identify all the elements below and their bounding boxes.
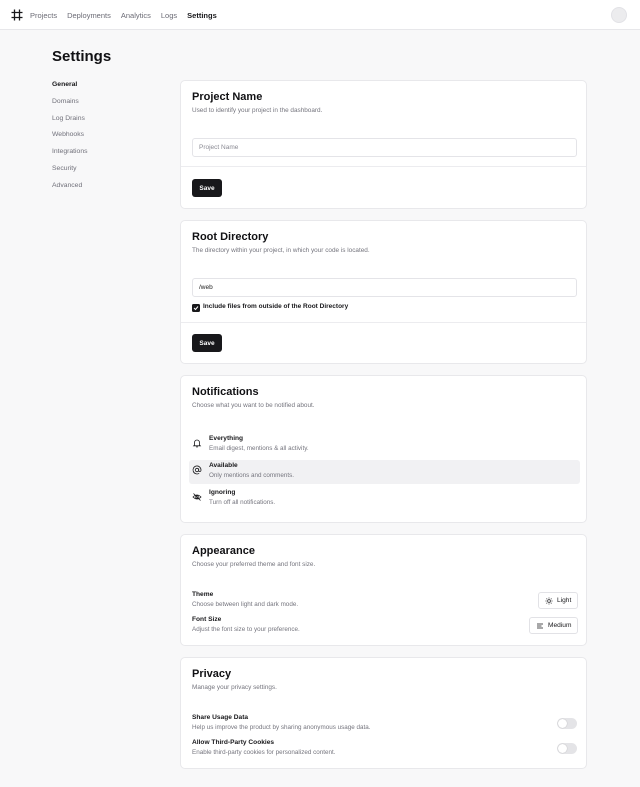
eye-off-icon [192,493,202,501]
theme-value: Light [557,597,572,604]
sidebar-item-security[interactable]: Security [52,164,162,181]
nav-link-deployments[interactable]: Deployments [67,11,111,20]
font-size-select-button[interactable]: Medium [529,617,579,634]
root-directory-input[interactable] [192,278,577,297]
bell-icon [192,439,202,448]
at-sign-icon [192,465,202,475]
sun-icon [545,597,553,604]
card-title: Project Name [192,91,263,103]
card-title: Privacy [192,668,232,680]
page-title: Settings [52,48,112,65]
third-party-cookies-toggle[interactable] [557,743,577,754]
card-description: Choose what you want to be notified abou… [192,402,315,409]
nav-links: Projects Deployments Analytics Logs Sett… [30,0,227,30]
card-description: Choose your preferred theme and font siz… [192,561,316,568]
option-subtitle: Turn off all notifications. [209,499,276,506]
font-size-label: Font Size [192,616,222,623]
option-title: Everything [209,435,244,442]
font-size-description: Adjust the font size to your preference. [192,626,300,633]
option-subtitle: Email digest, mentions & all activity. [209,445,309,452]
card-title: Root Directory [192,231,269,243]
save-root-directory-button[interactable]: Save [192,334,222,352]
share-usage-label: Share Usage Data [192,714,249,721]
card-title: Appearance [192,545,255,557]
option-subtitle: Only mentions and comments. [209,472,295,479]
avatar[interactable] [611,7,627,23]
sidebar-item-domains[interactable]: Domains [52,97,162,114]
sidebar-item-general[interactable]: General [52,80,162,97]
share-usage-description: Help us improve the product by sharing a… [192,724,371,731]
hash-logo-icon[interactable] [11,9,23,21]
theme-select-button[interactable]: Light [538,592,579,609]
card-description: The directory within your project, in wh… [192,247,370,254]
sidebar-item-log-drains[interactable]: Log Drains [52,114,162,131]
check-icon [193,306,199,311]
divider [181,322,586,323]
toggle-knob [558,719,567,728]
settings-sidebar: General Domains Log Drains Webhooks Inte… [52,80,162,198]
root-directory-card: Root Directory The directory within your… [180,220,587,364]
card-title: Notifications [192,386,259,398]
third-party-cookies-label: Allow Third-Party Cookies [192,739,275,746]
notification-option-ignoring[interactable]: Ignoring Turn off all notifications. [189,487,580,511]
nav-link-logs[interactable]: Logs [161,11,177,20]
nav-link-settings[interactable]: Settings [187,11,217,20]
theme-label: Theme [192,591,214,598]
privacy-card: Privacy Manage your privacy settings. Sh… [180,657,587,769]
notification-option-everything[interactable]: Everything Email digest, mentions & all … [189,433,580,457]
top-navigation: Projects Deployments Analytics Logs Sett… [0,0,640,30]
notifications-card: Notifications Choose what you want to be… [180,375,587,523]
project-name-card: Project Name Used to identify your proje… [180,80,587,209]
checkbox-label: Include files from outside of the Root D… [203,303,349,310]
project-name-input[interactable] [192,138,577,157]
option-title: Available [209,462,238,469]
toggle-knob [558,744,567,753]
include-outside-files-checkbox[interactable] [192,304,200,312]
notification-option-available[interactable]: Available Only mentions and comments. [189,460,580,484]
option-title: Ignoring [209,489,236,496]
card-description: Used to identify your project in the das… [192,107,323,114]
share-usage-toggle[interactable] [557,718,577,729]
sidebar-item-webhooks[interactable]: Webhooks [52,130,162,147]
text-align-icon [537,623,543,628]
nav-link-projects[interactable]: Projects [30,11,57,20]
nav-link-analytics[interactable]: Analytics [121,11,151,20]
third-party-cookies-description: Enable third-party cookies for personali… [192,749,336,756]
card-description: Manage your privacy settings. [192,684,277,691]
theme-description: Choose between light and dark mode. [192,601,299,608]
divider [181,166,586,167]
appearance-card: Appearance Choose your preferred theme a… [180,534,587,646]
save-project-name-button[interactable]: Save [192,179,222,197]
font-size-value: Medium [548,622,572,629]
sidebar-item-advanced[interactable]: Advanced [52,181,162,198]
sidebar-item-integrations[interactable]: Integrations [52,147,162,164]
